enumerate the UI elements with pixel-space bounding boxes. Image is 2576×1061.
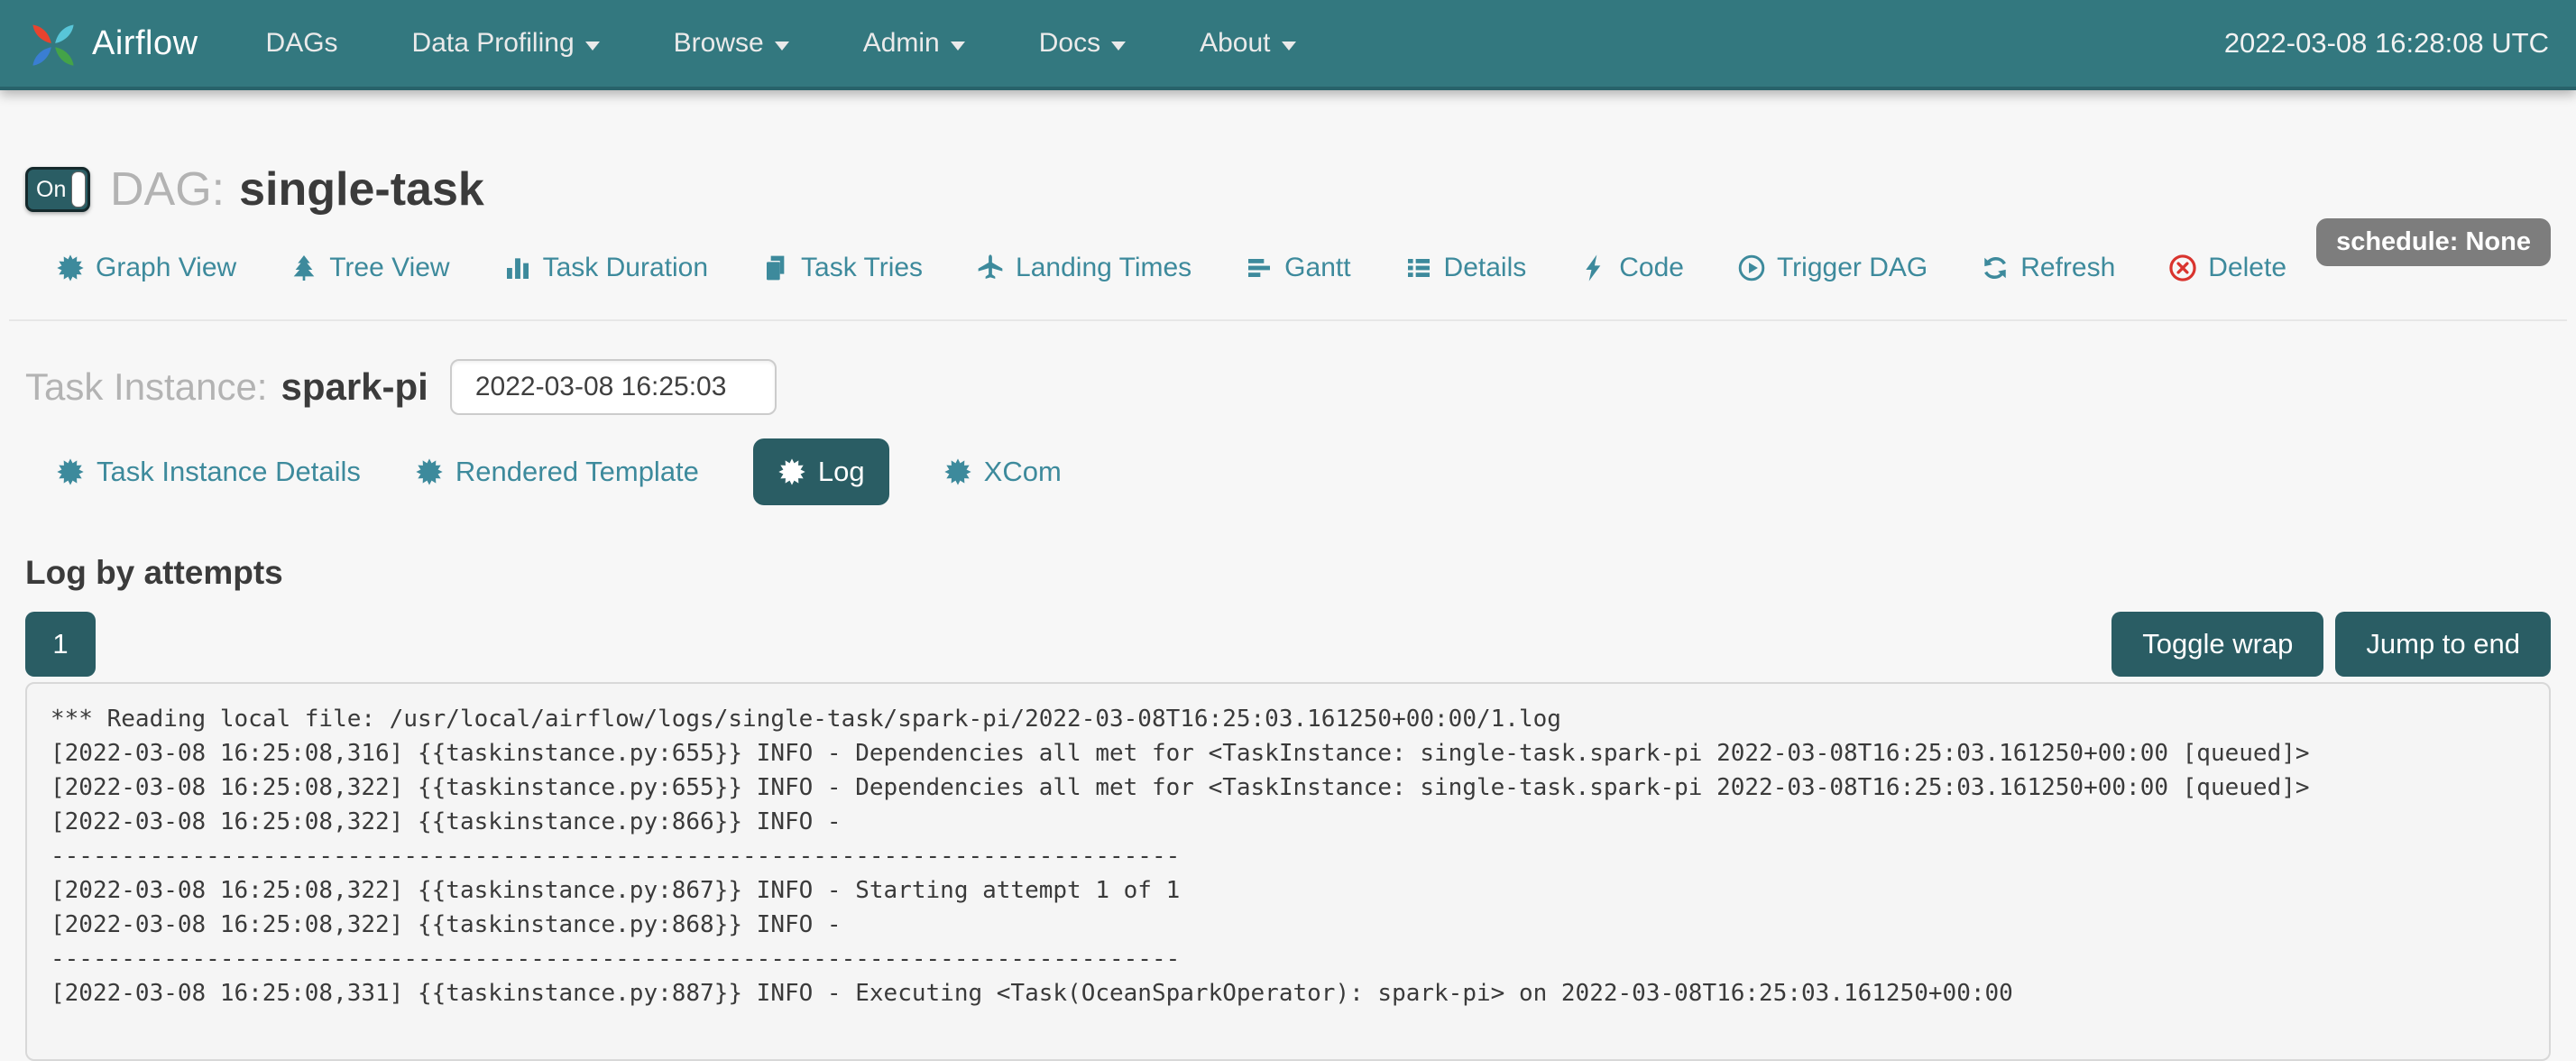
log-attempts-toolbar: 1 Toggle wrap Jump to end (25, 612, 2551, 677)
tab-details[interactable]: Details (1404, 253, 1527, 283)
tab-gantt[interactable]: Gantt (1245, 253, 1350, 283)
tab-label: Delete (2208, 253, 2286, 283)
tab-label: Graph View (96, 253, 236, 283)
task-name: spark-pi (281, 365, 428, 409)
dag-title-prefix: DAG: (110, 162, 225, 217)
nav-item-browse[interactable]: Browse (637, 0, 826, 87)
certificate-icon (56, 254, 85, 282)
page-title: DAG: single-task (110, 162, 484, 217)
times-circle-icon (2168, 254, 2197, 282)
chevron-down-icon (1111, 42, 1126, 51)
log-line: *** Reading local file: /usr/local/airfl… (51, 702, 2525, 736)
certificate-icon (56, 457, 85, 486)
tab-label: Task Instance Details (97, 456, 361, 488)
tab-xcom[interactable]: XCom (943, 456, 1062, 488)
chevron-down-icon (1282, 42, 1296, 51)
tab-log[interactable]: Log (753, 438, 889, 505)
log-line: [2022-03-08 16:25:08,322] {{taskinstance… (51, 908, 2525, 942)
attempt-1-button[interactable]: 1 (25, 612, 96, 677)
plane-icon (976, 254, 1005, 282)
tab-label: Gantt (1284, 253, 1350, 283)
brand-label: Airflow (92, 24, 198, 63)
log-line: [2022-03-08 16:25:08,331] {{taskinstance… (51, 976, 2525, 1010)
chevron-down-icon (775, 42, 789, 51)
divider (9, 319, 2567, 321)
toggle-wrap-button[interactable]: Toggle wrap (2111, 612, 2323, 677)
tab-tree-view[interactable]: Tree View (290, 253, 449, 283)
tab-trigger-dag[interactable]: Trigger DAG (1737, 253, 1927, 283)
tab-label: Task Duration (543, 253, 708, 283)
tab-refresh[interactable]: Refresh (1981, 253, 2115, 283)
dag-title-row: On DAG: single-task (25, 162, 2551, 217)
tab-label: XCom (984, 456, 1062, 488)
tab-label: Rendered Template (455, 456, 699, 488)
tab-label: Landing Times (1016, 253, 1191, 283)
refresh-icon (1981, 254, 2010, 282)
chevron-down-icon (585, 42, 600, 51)
nav-item-label: Docs (1039, 28, 1100, 59)
task-instance-row: Task Instance: spark-pi (25, 359, 2551, 415)
log-output-panel[interactable]: *** Reading local file: /usr/local/airfl… (25, 682, 2551, 1061)
log-line: [2022-03-08 16:25:08,322] {{taskinstance… (51, 805, 2525, 839)
toggle-on-label: On (36, 177, 66, 203)
nav-item-label: About (1200, 28, 1270, 59)
navbar-menu: DAGs Data Profiling Browse Admin Docs Ab… (229, 0, 1333, 87)
tab-rendered-template[interactable]: Rendered Template (415, 456, 699, 488)
toggle-handle (71, 171, 86, 208)
certificate-icon (777, 457, 806, 486)
airflow-pinwheel-logo-icon (23, 14, 83, 73)
dag-pause-toggle[interactable]: On (25, 167, 90, 212)
chevron-down-icon (951, 42, 965, 51)
certificate-icon (415, 457, 444, 486)
tab-label: Details (1444, 253, 1527, 283)
tab-delete[interactable]: Delete (2168, 253, 2286, 283)
nav-item-admin[interactable]: Admin (826, 0, 1002, 87)
tab-label: Code (1619, 253, 1684, 283)
copy-icon (761, 254, 790, 282)
execution-date-input[interactable] (450, 359, 777, 415)
tab-code[interactable]: Code (1579, 253, 1684, 283)
jump-to-end-button[interactable]: Jump to end (2335, 612, 2551, 677)
certificate-icon (943, 457, 972, 486)
nav-item-data-profiling[interactable]: Data Profiling (375, 0, 637, 87)
tab-landing-times[interactable]: Landing Times (976, 253, 1191, 283)
log-line: ----------------------------------------… (51, 839, 2525, 873)
log-by-attempts-heading: Log by attempts (25, 554, 2551, 592)
tab-task-duration[interactable]: Task Duration (503, 253, 708, 283)
nav-item-label: Admin (863, 28, 940, 59)
nav-item-label: Data Profiling (412, 28, 575, 59)
bar-chart-icon (503, 254, 532, 282)
nav-item-docs[interactable]: Docs (1002, 0, 1163, 87)
airflow-brand[interactable]: Airflow (23, 14, 198, 73)
tab-label: Log (818, 456, 865, 488)
log-line: [2022-03-08 16:25:08,316] {{taskinstance… (51, 736, 2525, 770)
utc-clock: 2022-03-08 16:28:08 UTC (2224, 27, 2549, 60)
tab-label: Tree View (329, 253, 449, 283)
tab-label: Task Tries (801, 253, 923, 283)
dag-view-tabs: Graph View Tree View Task Duration Task … (25, 253, 2551, 283)
align-left-icon (1245, 254, 1274, 282)
schedule-badge: schedule: None (2316, 218, 2551, 266)
tab-task-instance-details[interactable]: Task Instance Details (56, 456, 361, 488)
tab-graph-view[interactable]: Graph View (56, 253, 236, 283)
tab-task-tries[interactable]: Task Tries (761, 253, 923, 283)
tab-label: Trigger DAG (1777, 253, 1927, 283)
top-navbar: Airflow DAGs Data Profiling Browse Admin… (0, 0, 2576, 90)
nav-item-label: DAGs (266, 28, 338, 59)
page-content: schedule: None On DAG: single-task Graph… (0, 162, 2576, 1061)
play-circle-icon (1737, 254, 1766, 282)
nav-item-label: Browse (674, 28, 764, 59)
task-instance-label: Task Instance: (25, 365, 267, 409)
nav-item-dags[interactable]: DAGs (229, 0, 375, 87)
dag-name: single-task (239, 162, 484, 217)
log-line: [2022-03-08 16:25:08,322] {{taskinstance… (51, 770, 2525, 805)
tree-icon (290, 254, 318, 282)
list-icon (1404, 254, 1433, 282)
bolt-icon (1579, 254, 1608, 282)
task-instance-tabs: Task Instance Details Rendered Template … (25, 438, 2551, 505)
nav-item-about[interactable]: About (1163, 0, 1332, 87)
log-line: ----------------------------------------… (51, 942, 2525, 976)
tab-label: Refresh (2020, 253, 2115, 283)
log-line: [2022-03-08 16:25:08,322] {{taskinstance… (51, 873, 2525, 908)
